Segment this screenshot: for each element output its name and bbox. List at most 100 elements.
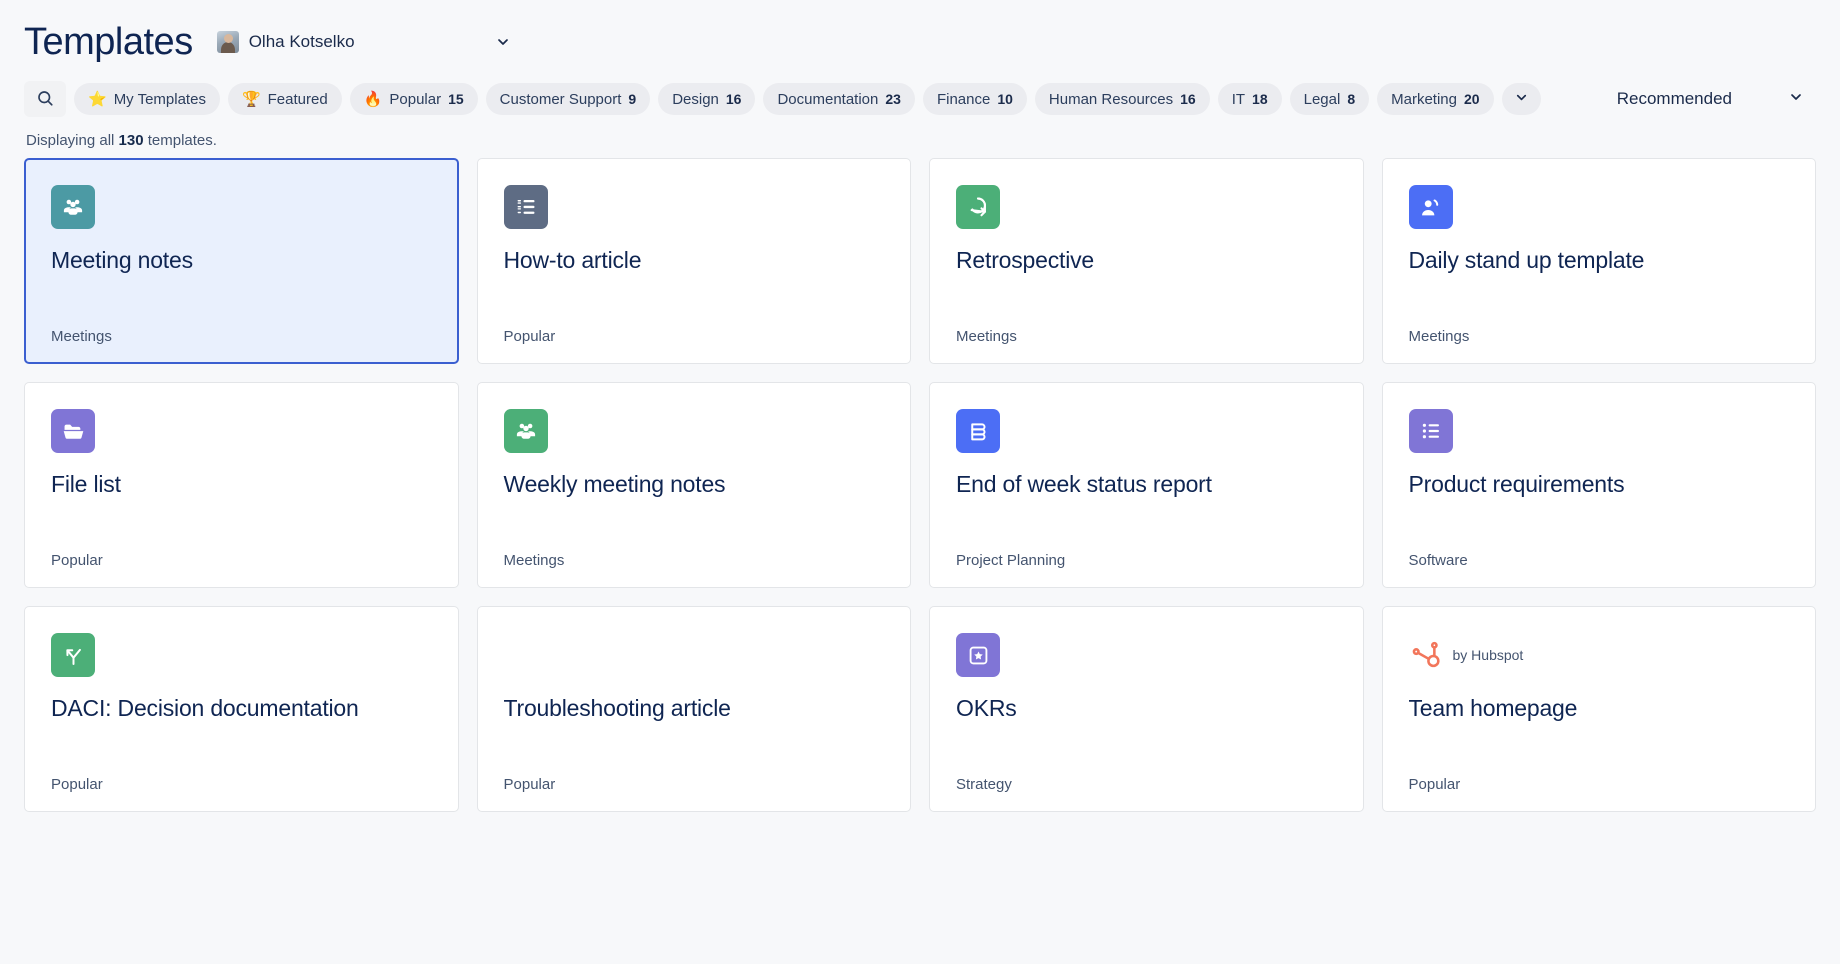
filter-chip-label: Marketing [1391,90,1457,108]
template-card[interactable]: End of week status report Project Plannin… [929,382,1364,588]
card-title: File list [51,471,121,497]
filter-chip-label: Featured [267,90,328,108]
card-icon-row [1408,409,1790,453]
chevron-down-icon [1788,89,1804,110]
filter-chip-documentation[interactable]: Documentation 23 [763,83,915,115]
template-card[interactable]: OKRs Strategy [929,606,1364,812]
card-icon-row [51,409,432,453]
card-category: Meetings [956,328,1017,345]
filter-chip-popular[interactable]: 🔥 Popular 15 [349,83,478,115]
owner-name: Olha Kotselko [248,32,355,51]
person-speaking-icon [1408,185,1453,229]
filter-chip-customer-support[interactable]: Customer Support 9 [485,83,651,115]
template-card[interactable]: Daily stand up template Meetings [1381,158,1816,364]
card-icon-row [504,633,885,677]
card-title: Daily stand up template [1408,247,1645,273]
trophy-icon: 🏆 [241,90,261,108]
filter-chip-count: 15 [448,91,464,107]
results-count-prefix: Displaying all [26,132,119,149]
card-category: Popular [51,776,103,793]
template-card[interactable]: File list Popular [24,382,459,588]
card-category: Popular [503,776,556,793]
template-card[interactable]: DACI: Decision documentation Popular [24,606,459,812]
owner-selector[interactable]: Olha Kotselko [216,31,517,53]
card-icon-row [1408,185,1790,229]
avatar [216,31,239,53]
card-title: How-to article [503,247,642,273]
template-card[interactable]: Weekly meeting notes Meetings [476,382,911,588]
card-icon-row [51,633,432,677]
filter-chip-label: Popular [389,90,442,108]
card-title: Troubleshooting article [503,695,731,721]
card-icon-row: by Hubspot [1409,633,1790,677]
card-category: Software [1408,552,1468,569]
filter-chip-featured[interactable]: 🏆 Featured [227,83,342,115]
card-category: Popular [51,552,103,569]
filter-chip-label: Documentation [777,90,879,108]
filter-bar: ⭐ My Templates 🏆 Featured 🔥 Popular 15 Customer… [0,70,1840,122]
card-category: Project Planning [956,552,1066,569]
filter-chip-count: 16 [1180,91,1196,107]
fire-icon: 🔥 [363,90,383,108]
filter-chip-label: Design [672,90,719,108]
document-stack-icon [956,409,1000,453]
filter-chip-finance[interactable]: Finance 10 [922,83,1027,115]
page-title: Templates [24,21,193,63]
card-icon-row [956,185,1337,229]
template-card[interactable]: How-to article Popular [476,158,911,364]
bug-icon [504,633,548,677]
card-title: Meeting notes [51,247,193,273]
card-category: Meetings [51,328,112,345]
filter-chip-legal[interactable]: Legal 8 [1289,83,1370,115]
sort-selector[interactable]: Recommended [1617,89,1816,110]
chevron-down-icon [1514,90,1529,109]
filter-chip-human-resources[interactable]: Human Resources 16 [1034,83,1210,115]
filter-chip-count: 8 [1347,91,1356,107]
card-category: Meetings [503,552,565,569]
people-group-icon [503,409,548,453]
results-count-suffix: templates. [143,132,217,149]
decision-fork-icon [51,633,95,677]
search-button[interactable] [24,81,66,117]
filter-chip-label: Human Resources [1048,90,1174,108]
filter-chip-label: IT [1231,90,1246,108]
filter-chip-list: ⭐ My Templates 🏆 Featured 🔥 Popular 15 Customer… [74,83,1494,115]
card-category: Popular [1408,776,1461,793]
template-card[interactable]: Retrospective Meetings [929,158,1364,364]
card-category: Popular [503,328,556,345]
ordered-list-icon [503,185,548,229]
filter-chip-count: 20 [1463,91,1480,107]
filter-chip-my-templates[interactable]: ⭐ My Templates [74,83,220,115]
results-count-number: 130 [118,132,144,149]
card-title: Retrospective [956,247,1095,273]
sort-value: Recommended [1616,89,1732,108]
card-title: Weekly meeting notes [503,471,726,497]
search-icon [36,89,54,110]
card-title: Team homepage [1408,695,1578,721]
filter-chip-count: 23 [885,91,901,107]
card-title: DACI: Decision documentation [51,695,359,721]
filter-chip-label: Customer Support [499,90,622,108]
filter-chip-label: Legal [1303,90,1341,108]
template-card[interactable]: Meeting notes Meetings [24,158,459,364]
filter-chip-count: 18 [1252,91,1268,107]
template-card[interactable]: by Hubspot Team homepage Popular [1381,606,1816,812]
card-icon-row [503,185,885,229]
card-category: Strategy [956,776,1012,793]
card-title: Product requirements [1408,471,1625,497]
filter-chip-marketing[interactable]: Marketing 20 [1377,83,1494,115]
filter-chip-it[interactable]: IT 18 [1217,83,1282,115]
filter-chip-design[interactable]: Design 16 [658,83,756,115]
open-folder-icon [51,409,95,453]
filter-chip-count: 9 [628,91,637,107]
card-icon-row [503,409,885,453]
card-icon-row [956,409,1337,453]
template-card[interactable]: Product requirements Software [1381,382,1816,588]
filter-chip-count: 10 [997,91,1013,107]
results-count: Displaying all 130 templates. [0,122,1840,158]
retrospective-loop-icon [956,185,1000,229]
card-brand-label: by Hubspot [1452,647,1524,663]
more-filters-button[interactable] [1501,83,1541,115]
template-card[interactable]: Troubleshooting article Popular [476,606,911,812]
card-icon-row [956,633,1337,677]
